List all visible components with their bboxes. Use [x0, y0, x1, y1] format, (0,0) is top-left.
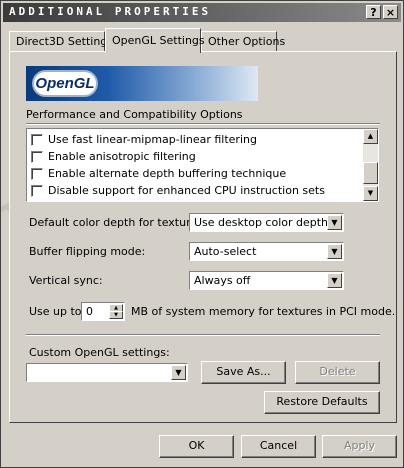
close-button[interactable]: × — [383, 5, 398, 19]
dropdown-arrow-icon[interactable]: ▼ — [327, 244, 342, 259]
color-depth-select[interactable]: Use desktop color depth ▼ — [189, 213, 344, 232]
option-label: Use fast linear-mipmap-linear filtering — [48, 133, 257, 146]
help-button[interactable]: ? — [366, 5, 381, 19]
color-depth-label-text: Default color depth for textures: — [29, 216, 207, 229]
apply-button[interactable]: Apply — [322, 435, 397, 458]
save-as-button[interactable]: Save As... — [201, 361, 286, 384]
pci-memory-suffix-text: MB of system memory for textures in PCI … — [131, 305, 396, 318]
pci-memory-prefix-text: Use up to — [29, 305, 82, 318]
pci-memory-value[interactable]: 0 — [86, 305, 93, 318]
restore-defaults-label: Restore Defaults — [276, 395, 368, 408]
cancel-button[interactable]: Cancel — [241, 435, 316, 458]
custom-settings-label-text: Custom OpenGL settings: — [29, 346, 170, 359]
title-bar: Additional Properties ? × — [3, 3, 401, 22]
save-as-label: Save As... — [216, 365, 271, 378]
custom-settings-select[interactable]: ▼ — [26, 363, 188, 382]
checkbox[interactable] — [31, 185, 43, 197]
dropdown-arrow-icon[interactable]: ▼ — [171, 365, 186, 380]
vertical-sync-value: Always off — [194, 274, 251, 287]
performance-options-list[interactable]: Use fast linear-mipmap-linear filtering … — [26, 128, 379, 202]
vertical-sync-label-text: Vertical sync: — [29, 274, 103, 287]
scrollbar-thumb[interactable] — [363, 162, 378, 184]
scroll-down-arrow-icon[interactable]: ▼ — [363, 186, 378, 201]
tab-label: Other Options — [208, 35, 286, 48]
vertical-sync-select[interactable]: Always off ▼ — [189, 271, 344, 290]
delete-label: Delete — [319, 365, 356, 378]
ok-label: OK — [188, 439, 205, 452]
scroll-up-arrow-icon[interactable]: ▲ — [363, 129, 378, 144]
tab-other-options[interactable]: Other Options — [201, 31, 285, 51]
tab-label: Direct3D Settings — [16, 35, 114, 48]
ok-button[interactable]: OK — [159, 435, 234, 458]
option-label: Enable anisotropic filtering — [48, 150, 196, 163]
pci-memory-suffix: MB of system memory for textures in PCI … — [131, 305, 395, 318]
opengl-logo: OpenGL — [32, 70, 98, 97]
window-title: Additional Properties — [9, 5, 212, 18]
dropdown-arrow-icon[interactable]: ▼ — [327, 273, 342, 288]
color-depth-value: Use desktop color depth — [194, 216, 329, 229]
opengl-logo-banner: OpenGL — [26, 66, 258, 101]
buffer-flipping-label-text: Buffer flipping mode: — [29, 245, 146, 258]
performance-heading-text: Performance and Compatibility Options — [26, 108, 243, 121]
custom-settings-label: Custom OpenGL settings: — [29, 346, 170, 359]
buffer-flipping-value: Auto-select — [194, 245, 257, 258]
spin-down-arrow-icon[interactable]: ▼ — [109, 311, 123, 319]
pci-memory-spinner[interactable]: 0 ▲ ▼ — [81, 302, 125, 321]
delete-button[interactable]: Delete — [295, 361, 380, 384]
performance-heading: Performance and Compatibility Options — [26, 108, 243, 121]
pci-memory-prefix: Use up to — [29, 305, 82, 318]
vertical-sync-label: Vertical sync: — [29, 274, 103, 287]
additional-properties-dialog: Additional Properties ? × Direct3D Setti… — [0, 0, 404, 468]
tab-opengl-settings[interactable]: OpenGL Settings — [105, 28, 205, 53]
apply-label: Apply — [343, 439, 376, 452]
section-divider — [26, 334, 380, 336]
buffer-flipping-select[interactable]: Auto-select ▼ — [189, 242, 344, 261]
checkbox[interactable] — [31, 168, 43, 180]
dropdown-arrow-icon[interactable]: ▼ — [327, 215, 342, 230]
group-divider — [26, 123, 380, 125]
option-label: Disable support for enhanced CPU instruc… — [48, 184, 325, 197]
checkbox[interactable] — [31, 151, 43, 163]
cancel-label: Cancel — [259, 439, 298, 452]
tab-direct3d-settings[interactable]: Direct3D Settings — [9, 31, 113, 51]
checkbox[interactable] — [31, 134, 43, 146]
color-depth-label: Default color depth for textures: — [29, 216, 207, 229]
list-scrollbar[interactable]: ▲ ▼ — [363, 129, 378, 201]
restore-defaults-button[interactable]: Restore Defaults — [264, 391, 380, 414]
tab-label: OpenGL Settings — [112, 34, 205, 47]
option-label: Enable alternate depth buffering techniq… — [48, 167, 287, 180]
buffer-flipping-label: Buffer flipping mode: — [29, 245, 145, 258]
